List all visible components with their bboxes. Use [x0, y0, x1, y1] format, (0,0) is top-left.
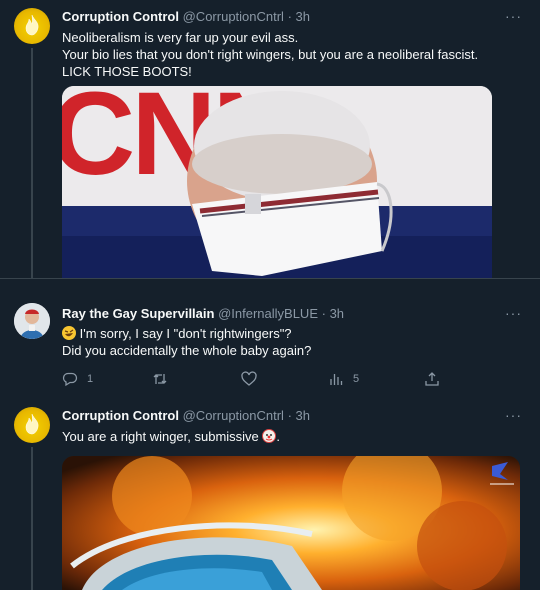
tweet-line: I'm sorry, I say I "don't rightwingers"?	[62, 325, 311, 342]
flame-icon	[25, 413, 39, 435]
thread-line	[31, 447, 33, 590]
heart-icon	[241, 371, 257, 386]
tweet-text: Neoliberalism is very far up your evil a…	[62, 29, 478, 80]
supervillain-avatar-icon	[14, 303, 50, 339]
action-bar: 1 5	[62, 371, 462, 389]
tweet-text: I'm sorry, I say I "don't rightwingers"?…	[62, 325, 311, 359]
retweet-icon	[153, 374, 167, 384]
tweet-text: You are a right winger, submissive .	[62, 428, 280, 445]
author-handle[interactable]: @InfernallyBLUE	[218, 306, 318, 321]
explosion-photo	[62, 456, 520, 590]
cnn-photo: CNN	[62, 86, 492, 278]
tweet-line: Did you accidentally the whole baby agai…	[62, 343, 312, 358]
separator: ·	[287, 9, 292, 24]
tweet-line-text: You are a right winger, submissive	[62, 429, 259, 444]
timestamp[interactable]: 3h	[296, 408, 310, 423]
views-icon	[330, 374, 343, 385]
author-name[interactable]: Corruption Control	[62, 408, 179, 423]
tweet-image[interactable]	[62, 456, 520, 590]
tweet-line-text: I'm sorry, I say I "don't rightwingers"?	[79, 326, 292, 341]
author-handle[interactable]: @CorruptionCntrl	[183, 408, 284, 423]
like-button[interactable]	[241, 371, 266, 387]
tweet-line-period: .	[276, 429, 281, 444]
tweet-header: Corruption Control @CorruptionCntrl · 3h	[62, 408, 310, 423]
tweet-3[interactable]: Corruption Control @CorruptionCntrl · 3h…	[0, 397, 540, 590]
reply-button[interactable]: 1	[62, 371, 93, 387]
more-options-button[interactable]: ···	[505, 305, 522, 321]
tweet-header: Corruption Control @CorruptionCntrl · 3h	[62, 9, 310, 24]
views-button[interactable]: 5	[328, 371, 359, 387]
flame-icon	[25, 14, 39, 36]
tweet-1[interactable]: Corruption Control @CorruptionCntrl · 3h…	[0, 0, 540, 278]
reply-icon	[62, 372, 78, 387]
separator: ·	[321, 306, 326, 321]
avatar[interactable]	[14, 8, 50, 44]
share-button[interactable]	[424, 371, 440, 387]
tweet-header: Ray the Gay Supervillain @InfernallyBLUE…	[62, 306, 344, 321]
author-name[interactable]: Corruption Control	[62, 9, 179, 24]
tweet-line: LICK THOSE BOOTS!	[62, 64, 192, 79]
avatar[interactable]	[14, 407, 50, 443]
more-options-button[interactable]: ···	[505, 8, 522, 24]
timestamp[interactable]: 3h	[330, 306, 344, 321]
separator: ·	[287, 408, 292, 423]
avatar[interactable]	[14, 303, 50, 339]
retweet-button[interactable]	[152, 371, 177, 387]
rolling-on-floor-laughing-icon	[62, 326, 76, 340]
author-name[interactable]: Ray the Gay Supervillain	[62, 306, 214, 321]
author-handle[interactable]: @CorruptionCntrl	[183, 9, 284, 24]
views-count: 5	[353, 373, 360, 385]
tweet-image[interactable]: CNN	[62, 86, 492, 278]
reply-count: 1	[87, 373, 94, 385]
tweet-2[interactable]: Ray the Gay Supervillain @InfernallyBLUE…	[0, 278, 540, 397]
more-options-button[interactable]: ···	[505, 407, 522, 423]
timestamp[interactable]: 3h	[296, 9, 310, 24]
tweet-line: Neoliberalism is very far up your evil a…	[62, 30, 299, 45]
share-icon	[425, 372, 439, 386]
tweet-line: Your bio lies that you don't right winge…	[62, 47, 479, 62]
clown-face-icon	[262, 429, 277, 443]
tweet-line: You are a right winger, submissive .	[62, 428, 280, 445]
thread-line	[31, 48, 33, 278]
